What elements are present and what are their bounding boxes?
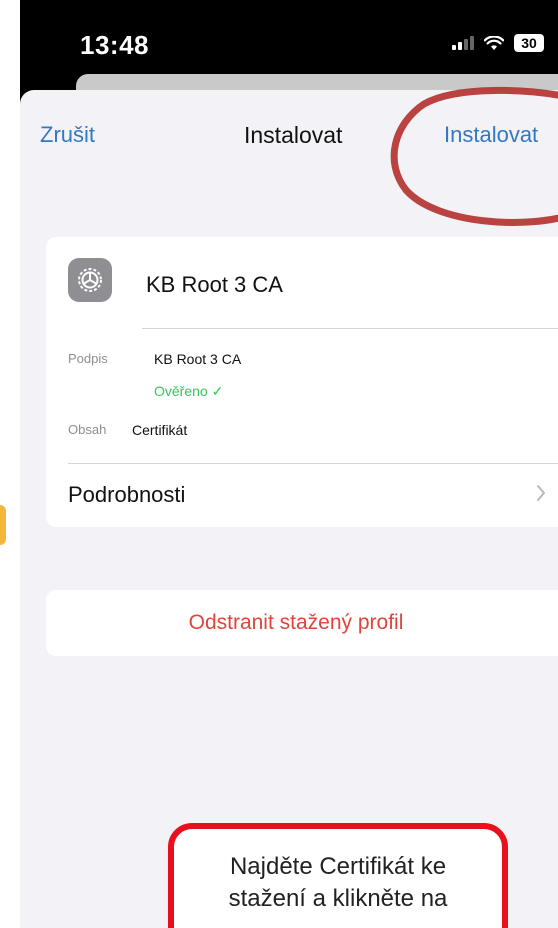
profile-card: KB Root 3 CA Podpis KB Root 3 CA Ověřeno… — [46, 237, 558, 527]
instruction-line-2: stažení a klikněte na — [228, 885, 448, 912]
instruction-text: Najděte Certifikát ke stažení a klikněte… — [174, 851, 502, 915]
verified-status: Ověřeno ✓ — [154, 383, 224, 399]
divider — [142, 328, 558, 329]
signal-icon — [452, 36, 474, 50]
instruction-callout: Najděte Certifikát ke stažení a klikněte… — [168, 823, 508, 928]
left-accent-mark — [0, 505, 6, 545]
status-indicators: 30 — [452, 34, 544, 52]
instruction-line-1: Najděte Certifikát ke — [229, 853, 447, 880]
settings-gear-icon — [68, 258, 112, 302]
status-bar: 13:48 30 — [20, 0, 558, 80]
remove-profile-button[interactable]: Odstranit stažený profil — [46, 611, 546, 635]
remove-profile-card[interactable]: Odstranit stažený profil — [46, 590, 558, 656]
cancel-button[interactable]: Zrušit — [40, 122, 95, 148]
status-time: 13:48 — [80, 30, 149, 60]
highlight-circle-annotation — [390, 86, 558, 226]
phone-screen: 13:48 30 Zrušit Instalovat Instalovat KB… — [20, 0, 558, 928]
chevron-right-icon — [537, 485, 545, 501]
signature-value: KB Root 3 CA — [154, 351, 242, 367]
profile-name: KB Root 3 CA — [146, 272, 283, 297]
details-row[interactable]: Podrobnosti — [68, 482, 185, 508]
content-label: Obsah — [68, 422, 107, 437]
content-value: Certifikát — [132, 422, 188, 438]
divider — [68, 463, 558, 464]
signature-label: Podpis — [68, 351, 108, 366]
battery-icon: 30 — [514, 34, 544, 52]
sheet-title: Instalovat — [244, 122, 343, 148]
wifi-icon — [484, 35, 504, 50]
